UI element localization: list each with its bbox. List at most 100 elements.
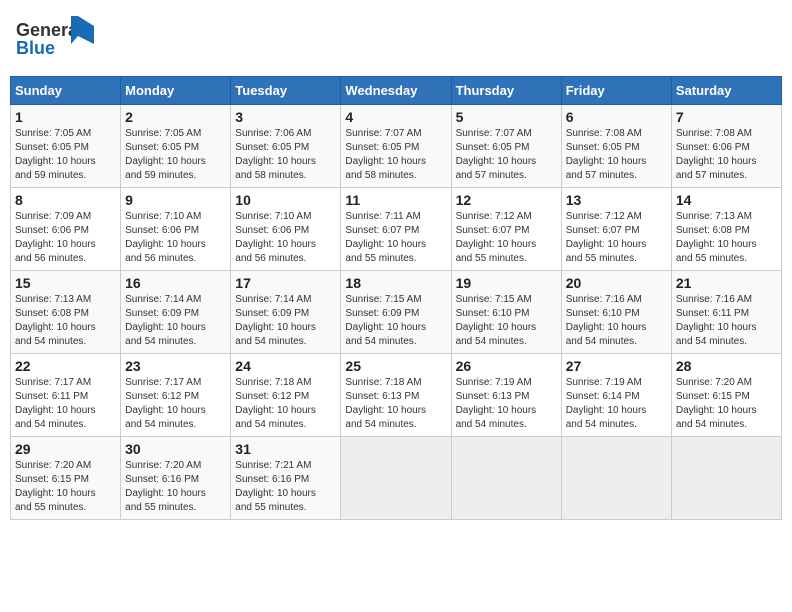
day-number: 20 [566, 275, 667, 291]
day-cell: 24Sunrise: 7:18 AM Sunset: 6:12 PM Dayli… [231, 354, 341, 437]
day-info: Sunrise: 7:05 AM Sunset: 6:05 PM Dayligh… [15, 127, 116, 183]
day-number: 21 [676, 275, 777, 291]
day-number: 24 [235, 358, 336, 374]
day-number: 6 [566, 109, 667, 125]
day-cell: 13 Sunrise: 7:12 AM Sunset: 6:07 PM Dayli… [561, 188, 671, 271]
day-cell: 12 Sunrise: 7:12 AM Sunset: 6:07 PM Dayli… [451, 188, 561, 271]
day-number: 16 [125, 275, 226, 291]
day-cell: 18 Sunrise: 7:15 AM Sunset: 6:09 PM Dayli… [341, 271, 451, 354]
day-cell [561, 437, 671, 520]
day-cell: 1Sunrise: 7:05 AM Sunset: 6:05 PM Daylig… [11, 105, 121, 188]
day-number: 23 [125, 358, 226, 374]
day-info: Sunrise: 7:07 AM Sunset: 6:05 PM Dayligh… [456, 127, 557, 183]
day-number: 29 [15, 441, 116, 457]
day-info: Sunrise: 7:08 AM Sunset: 6:05 PM Dayligh… [566, 127, 667, 183]
day-cell: 30 Sunrise: 7:20 AM Sunset: 6:16 PM Dayli… [121, 437, 231, 520]
day-info: Sunrise: 7:07 AM Sunset: 6:05 PM Dayligh… [345, 127, 446, 183]
day-cell: 29 Sunrise: 7:20 AM Sunset: 6:15 PM Dayli… [11, 437, 121, 520]
day-info: Sunrise: 7:16 AM Sunset: 6:10 PM Dayligh… [566, 293, 667, 349]
day-info: Sunrise: 7:06 AM Sunset: 6:05 PM Dayligh… [235, 127, 336, 183]
day-info: Sunrise: 7:10 AM Sunset: 6:06 PM Dayligh… [235, 210, 336, 266]
calendar-header: SundayMondayTuesdayWednesdayThursdayFrid… [11, 77, 782, 105]
day-number: 19 [456, 275, 557, 291]
day-number: 4 [345, 109, 446, 125]
day-info: Sunrise: 7:14 AM Sunset: 6:09 PM Dayligh… [125, 293, 226, 349]
day-cell: 7 Sunrise: 7:08 AM Sunset: 6:06 PM Daylig… [671, 105, 781, 188]
column-header-saturday: Saturday [671, 77, 781, 105]
page-header: GeneralBlue [10, 10, 782, 68]
day-info: Sunrise: 7:17 AM Sunset: 6:11 PM Dayligh… [15, 376, 116, 432]
day-cell: 21 Sunrise: 7:16 AM Sunset: 6:11 PM Dayli… [671, 271, 781, 354]
day-cell: 31 Sunrise: 7:21 AM Sunset: 6:16 PM Dayli… [231, 437, 341, 520]
column-header-thursday: Thursday [451, 77, 561, 105]
day-number: 7 [676, 109, 777, 125]
day-cell: 8 Sunrise: 7:09 AM Sunset: 6:06 PM Daylig… [11, 188, 121, 271]
day-cell: 22 Sunrise: 7:17 AM Sunset: 6:11 PM Dayli… [11, 354, 121, 437]
day-number: 9 [125, 192, 226, 208]
svg-text:Blue: Blue [16, 38, 55, 58]
day-number: 5 [456, 109, 557, 125]
column-header-wednesday: Wednesday [341, 77, 451, 105]
day-info: Sunrise: 7:12 AM Sunset: 6:07 PM Dayligh… [456, 210, 557, 266]
day-number: 14 [676, 192, 777, 208]
day-cell: 23Sunrise: 7:17 AM Sunset: 6:12 PM Dayli… [121, 354, 231, 437]
calendar-table: SundayMondayTuesdayWednesdayThursdayFrid… [10, 76, 782, 520]
day-number: 15 [15, 275, 116, 291]
day-number: 31 [235, 441, 336, 457]
day-cell: 19 Sunrise: 7:15 AM Sunset: 6:10 PM Dayli… [451, 271, 561, 354]
logo: GeneralBlue [16, 14, 96, 64]
day-number: 2 [125, 109, 226, 125]
day-number: 28 [676, 358, 777, 374]
week-row-5: 29 Sunrise: 7:20 AM Sunset: 6:15 PM Dayli… [11, 437, 782, 520]
day-info: Sunrise: 7:13 AM Sunset: 6:08 PM Dayligh… [676, 210, 777, 266]
day-info: Sunrise: 7:20 AM Sunset: 6:15 PM Dayligh… [15, 459, 116, 515]
day-number: 12 [456, 192, 557, 208]
day-info: Sunrise: 7:19 AM Sunset: 6:14 PM Dayligh… [566, 376, 667, 432]
week-row-3: 15 Sunrise: 7:13 AM Sunset: 6:08 PM Dayli… [11, 271, 782, 354]
day-number: 25 [345, 358, 446, 374]
week-row-2: 8 Sunrise: 7:09 AM Sunset: 6:06 PM Daylig… [11, 188, 782, 271]
day-info: Sunrise: 7:20 AM Sunset: 6:16 PM Dayligh… [125, 459, 226, 515]
day-cell: 15 Sunrise: 7:13 AM Sunset: 6:08 PM Dayli… [11, 271, 121, 354]
day-number: 8 [15, 192, 116, 208]
day-number: 22 [15, 358, 116, 374]
calendar-body: 1Sunrise: 7:05 AM Sunset: 6:05 PM Daylig… [11, 105, 782, 520]
day-info: Sunrise: 7:16 AM Sunset: 6:11 PM Dayligh… [676, 293, 777, 349]
day-cell: 9 Sunrise: 7:10 AM Sunset: 6:06 PM Daylig… [121, 188, 231, 271]
day-info: Sunrise: 7:21 AM Sunset: 6:16 PM Dayligh… [235, 459, 336, 515]
day-info: Sunrise: 7:15 AM Sunset: 6:09 PM Dayligh… [345, 293, 446, 349]
day-cell: 16 Sunrise: 7:14 AM Sunset: 6:09 PM Dayli… [121, 271, 231, 354]
day-number: 17 [235, 275, 336, 291]
day-info: Sunrise: 7:13 AM Sunset: 6:08 PM Dayligh… [15, 293, 116, 349]
day-cell: 11Sunrise: 7:11 AM Sunset: 6:07 PM Dayli… [341, 188, 451, 271]
day-info: Sunrise: 7:14 AM Sunset: 6:09 PM Dayligh… [235, 293, 336, 349]
day-cell: 3Sunrise: 7:06 AM Sunset: 6:05 PM Daylig… [231, 105, 341, 188]
day-cell: 25Sunrise: 7:18 AM Sunset: 6:13 PM Dayli… [341, 354, 451, 437]
day-number: 10 [235, 192, 336, 208]
day-number: 13 [566, 192, 667, 208]
day-cell [341, 437, 451, 520]
day-info: Sunrise: 7:15 AM Sunset: 6:10 PM Dayligh… [456, 293, 557, 349]
day-info: Sunrise: 7:19 AM Sunset: 6:13 PM Dayligh… [456, 376, 557, 432]
logo-svg: GeneralBlue [16, 14, 96, 64]
day-info: Sunrise: 7:05 AM Sunset: 6:05 PM Dayligh… [125, 127, 226, 183]
day-info: Sunrise: 7:10 AM Sunset: 6:06 PM Dayligh… [125, 210, 226, 266]
day-number: 18 [345, 275, 446, 291]
day-cell: 14 Sunrise: 7:13 AM Sunset: 6:08 PM Dayli… [671, 188, 781, 271]
day-cell [671, 437, 781, 520]
day-info: Sunrise: 7:08 AM Sunset: 6:06 PM Dayligh… [676, 127, 777, 183]
day-number: 30 [125, 441, 226, 457]
column-header-tuesday: Tuesday [231, 77, 341, 105]
day-number: 27 [566, 358, 667, 374]
day-cell: 4 Sunrise: 7:07 AM Sunset: 6:05 PM Daylig… [341, 105, 451, 188]
day-info: Sunrise: 7:09 AM Sunset: 6:06 PM Dayligh… [15, 210, 116, 266]
day-cell: 28Sunrise: 7:20 AM Sunset: 6:15 PM Dayli… [671, 354, 781, 437]
day-info: Sunrise: 7:11 AM Sunset: 6:07 PM Dayligh… [345, 210, 446, 266]
day-number: 26 [456, 358, 557, 374]
day-info: Sunrise: 7:12 AM Sunset: 6:07 PM Dayligh… [566, 210, 667, 266]
day-cell: 17 Sunrise: 7:14 AM Sunset: 6:09 PM Dayli… [231, 271, 341, 354]
day-cell: 2 Sunrise: 7:05 AM Sunset: 6:05 PM Daylig… [121, 105, 231, 188]
column-header-monday: Monday [121, 77, 231, 105]
day-cell: 5 Sunrise: 7:07 AM Sunset: 6:05 PM Daylig… [451, 105, 561, 188]
day-cell: 6 Sunrise: 7:08 AM Sunset: 6:05 PM Daylig… [561, 105, 671, 188]
